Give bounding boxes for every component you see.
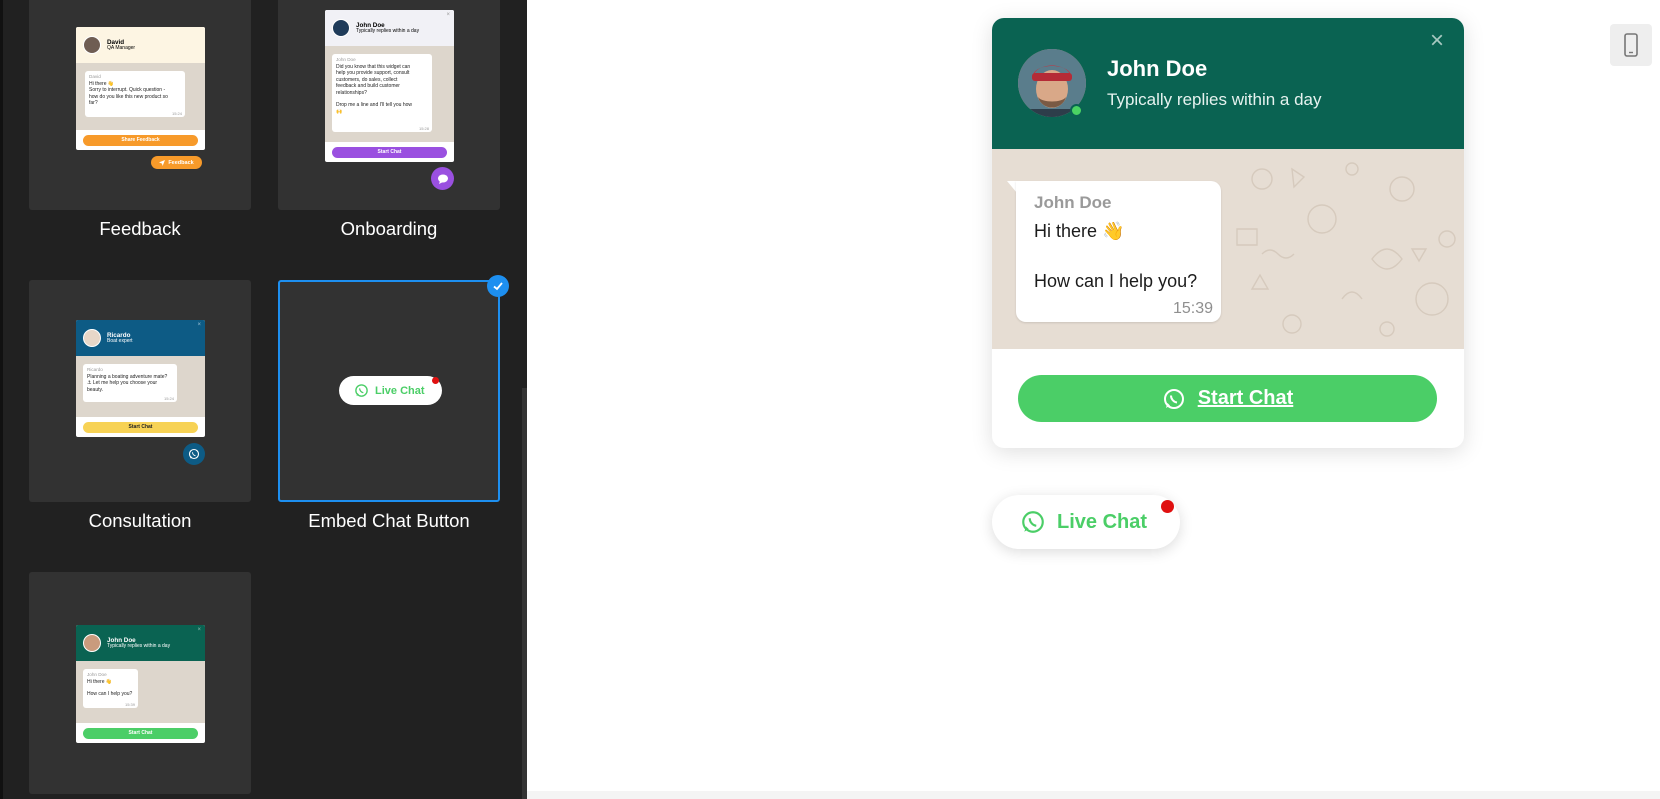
onboarding-mini-preview: John Doe Typically replies within a day … [325,10,454,162]
mini-message-time: 15:28 [418,125,429,131]
mini-chat-body: John Doe Hi there 👋 How can I help you? … [76,661,205,723]
mini-header: John Doe Typically replies within a day … [76,625,205,661]
mini-feedback-launcher: Feedback [151,156,202,169]
mini-message-time: 15:39 [124,701,135,707]
mini-chat-launcher [431,167,454,190]
message-sender: John Doe [1034,193,1112,212]
mobile-preview-toggle[interactable] [1610,24,1652,66]
mini-message: John Doe Hi there 👋 How can I help you? … [83,669,138,708]
start-chat-label: Start Chat [1197,387,1294,409]
tile-label-consultation: Consultation [88,510,192,531]
mini-message-sender: David [89,74,101,79]
agent-status: Typically replies within a day [1107,90,1322,109]
mini-message-line: how do you like this new product so [89,93,168,100]
live-chat-label: Live Chat [1057,510,1148,533]
mini-footer: Start Chat [76,723,205,743]
mini-avatar [83,329,101,347]
mini-chat-body: John Doe Did you know that this widget c… [325,46,454,142]
send-icon [159,159,166,166]
tile-label-embed-chat-button: Embed Chat Button [308,510,470,531]
mini-close-icon: × [446,12,450,18]
mini-message-time: 15:24 [171,110,182,116]
template-tile-embed-chat-button[interactable]: Live Chat [278,280,500,502]
mini-message-time: 15:24 [163,395,174,401]
template-tile-default[interactable]: John Doe Typically replies within a day … [29,572,251,794]
mini-role: QA Manager [107,44,136,51]
message-question: How can I help you? [1034,271,1198,291]
mini-whatsapp-launcher [183,443,205,465]
embed-preview-label: Live Chat [375,384,425,397]
message-time: 15:39 [1172,300,1213,317]
chat-bubble-icon [437,174,448,184]
embed-preview-live-chat-button: Live Chat [339,376,442,405]
mini-message-sender: John Doe [87,672,107,677]
mini-start-chat-button: Start Chat [332,146,447,158]
mini-role: Boat expert [107,337,133,344]
mini-header: John Doe Typically replies within a day … [325,10,454,46]
message-greeting: Hi there 👋 [1034,221,1125,241]
mini-close-icon: × [197,322,201,328]
message-bubble: John Doe Hi there 👋 How can I help you? … [1016,181,1221,322]
mini-chat-body: Ricardo Planning a boating adventure mat… [76,356,205,417]
mobile-device-icon [1624,33,1638,57]
mini-avatar [83,36,101,54]
mini-message: David Hi there 👋 Sorry to interrupt. Qui… [85,71,185,117]
whatsapp-icon [188,448,200,460]
mini-role: Typically replies within a day [356,27,420,34]
online-status-dot [1070,104,1083,117]
mini-message: Ricardo Planning a boating adventure mat… [83,364,177,402]
mini-role: Typically replies within a day [107,642,171,649]
mini-header: David QA Manager [76,27,205,63]
template-tile-feedback[interactable]: David QA Manager David Hi there 👋 Sorry … [29,0,251,210]
mini-header: Ricardo Boat expert × [76,320,205,356]
live-chat-button[interactable]: Live Chat [992,495,1180,549]
close-icon[interactable]: × [1426,29,1448,53]
mini-close-icon: × [197,627,201,633]
notification-dot [432,377,439,384]
template-tile-consultation[interactable]: Ricardo Boat expert × Ricardo Planning a… [29,280,251,502]
whatsapp-icon [355,384,368,397]
agent-name: John Doe [1107,56,1208,81]
consultation-mini-preview: Ricardo Boat expert × Ricardo Planning a… [76,320,205,437]
mini-launcher-label: Feedback [168,159,194,166]
mini-message-line: How can I help you? [87,691,133,698]
mini-footer: Share Feedback [76,130,205,150]
start-chat-button[interactable]: Start Chat [1018,375,1437,422]
template-tile-onboarding[interactable]: John Doe Typically replies within a day … [278,0,500,210]
mini-message-sender: John Doe [336,57,356,62]
tile-label-feedback: Feedback [99,218,181,239]
mini-message-sender: Ricardo [87,367,103,372]
mini-message-line: beauty. [87,386,104,393]
mini-message-line: 🙌 [336,108,343,115]
notification-dot [1161,500,1174,513]
widget-header: John Doe Typically replies within a day … [992,18,1464,149]
mini-avatar [332,19,350,37]
whatsapp-icon [1163,388,1184,409]
mini-avatar [83,634,101,652]
whatsapp-icon [1022,511,1044,533]
chat-widget-preview: John Doe Typically replies within a day … [992,18,1464,448]
selected-check-badge [487,275,509,297]
feedback-mini-preview: David QA Manager David Hi there 👋 Sorry … [76,27,205,150]
tile-label-onboarding: Onboarding [340,218,438,239]
chat-body: John Doe Hi there 👋 How can I help you? … [992,149,1464,349]
mini-start-chat-button: Start Chat [83,421,198,433]
mini-chat-body: David Hi there 👋 Sorry to interrupt. Qui… [76,63,205,130]
template-gallery: David QA Manager David Hi there 👋 Sorry … [0,0,527,799]
mini-footer: Start Chat [325,142,454,162]
mini-start-chat-button: Start Chat [83,727,198,739]
default-mini-preview: John Doe Typically replies within a day … [76,625,205,743]
check-icon [493,282,503,291]
mini-footer: Start Chat [76,417,205,437]
mini-message-line: far? [89,100,98,107]
mini-message: John Doe Did you know that this widget c… [332,54,432,132]
preview-bottom-edge [527,791,1660,799]
sidebar-scrollbar[interactable] [522,388,527,799]
mini-share-feedback-button: Share Feedback [83,134,198,146]
